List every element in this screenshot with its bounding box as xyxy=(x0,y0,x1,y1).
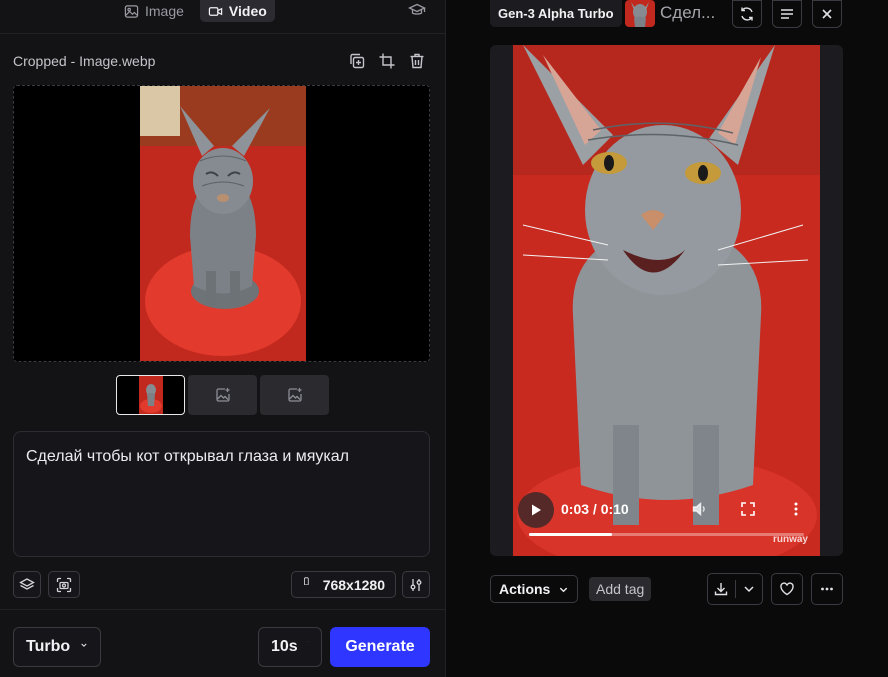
video-player[interactable]: 0:03 / 0:10 runway xyxy=(513,45,820,556)
phone-portrait-icon xyxy=(302,576,311,593)
favorite-button[interactable] xyxy=(771,573,803,605)
settings-button[interactable] xyxy=(402,571,430,598)
refresh-icon xyxy=(739,6,755,22)
details-button[interactable] xyxy=(772,0,802,28)
focus-camera-icon xyxy=(56,577,72,593)
camera-control-button[interactable] xyxy=(48,571,80,598)
tab-video-label: Video xyxy=(228,3,267,19)
prompt-input[interactable]: Сделай чтобы кот открывал глаза и мяукал xyxy=(13,431,430,557)
video-progress-fill xyxy=(529,533,612,536)
play-icon xyxy=(529,503,543,517)
image-preview[interactable] xyxy=(13,85,430,362)
layers-icon xyxy=(19,577,35,593)
chevron-down-icon xyxy=(741,581,757,597)
tab-image[interactable]: Image xyxy=(116,0,192,22)
actions-label: Actions xyxy=(499,581,551,597)
chevron-down-icon xyxy=(307,641,309,653)
close-icon xyxy=(819,6,835,22)
image-slot-3[interactable] xyxy=(260,375,329,415)
duration-select[interactable]: 10s xyxy=(258,627,322,667)
sliders-icon xyxy=(408,577,424,593)
video-card: 0:03 / 0:10 runway xyxy=(490,45,843,556)
heart-icon xyxy=(779,581,795,597)
left-panel: Image Video Cropped - Image.webp Сделай … xyxy=(0,0,446,677)
resolution-button[interactable]: 768x1280 xyxy=(291,571,396,598)
tab-video[interactable]: Video xyxy=(199,0,275,22)
generation-title: Сдел... xyxy=(660,3,716,22)
trash-icon[interactable] xyxy=(408,52,426,70)
close-button[interactable] xyxy=(812,0,842,28)
video-icon xyxy=(208,4,223,19)
divider xyxy=(0,609,446,610)
chevron-down-icon xyxy=(80,641,88,653)
cat-video-frame xyxy=(513,45,820,556)
play-button[interactable] xyxy=(518,492,554,528)
watermark: runway xyxy=(772,534,808,545)
image-slots xyxy=(116,375,329,415)
text-lines-icon xyxy=(779,6,795,22)
more-horizontal-icon xyxy=(819,581,835,597)
video-progress-bar[interactable] xyxy=(529,533,804,536)
regenerate-button[interactable] xyxy=(732,0,762,28)
crop-icon[interactable] xyxy=(378,52,396,70)
fullscreen-icon[interactable] xyxy=(739,500,757,518)
tab-image-label: Image xyxy=(145,3,184,19)
divider xyxy=(0,33,446,34)
file-actions xyxy=(348,52,426,70)
download-icon xyxy=(713,581,729,597)
graduation-cap-icon[interactable] xyxy=(408,1,426,19)
cat-thumbnail xyxy=(139,376,163,414)
image-slot-2[interactable] xyxy=(188,375,257,415)
mode-select[interactable]: Turbo xyxy=(13,627,101,667)
duplicate-icon[interactable] xyxy=(348,52,366,70)
resolution-value: 768x1280 xyxy=(322,576,385,593)
time-display: 0:03 / 0:10 xyxy=(561,501,629,517)
download-button-group xyxy=(707,573,763,605)
download-button[interactable] xyxy=(708,574,735,604)
file-name: Cropped - Image.webp xyxy=(13,53,156,69)
add-image-icon xyxy=(287,387,303,403)
duration-select-value: 10s xyxy=(271,638,298,655)
image-slot-1[interactable] xyxy=(116,375,185,415)
mode-select-value: Turbo xyxy=(26,638,71,655)
presets-button[interactable] xyxy=(13,571,41,598)
mode-tabs: Image Video xyxy=(116,0,275,22)
generate-button[interactable]: Generate xyxy=(330,627,430,667)
more-vertical-icon[interactable] xyxy=(787,500,805,518)
right-panel: Gen-3 Alpha Turbo Сдел... 0:03 / 0:10 ru… xyxy=(447,0,888,677)
add-tag-button[interactable]: Add tag xyxy=(589,577,652,601)
download-options-button[interactable] xyxy=(736,574,763,604)
add-image-icon xyxy=(215,387,231,403)
model-badge: Gen-3 Alpha Turbo xyxy=(490,0,622,27)
image-icon xyxy=(124,4,139,19)
volume-icon[interactable] xyxy=(691,500,709,518)
more-options-button[interactable] xyxy=(811,573,843,605)
actions-menu-button[interactable]: Actions xyxy=(490,575,579,603)
chevron-down-icon xyxy=(558,584,569,595)
generation-thumbnail xyxy=(625,0,655,27)
cat-image xyxy=(140,86,306,361)
